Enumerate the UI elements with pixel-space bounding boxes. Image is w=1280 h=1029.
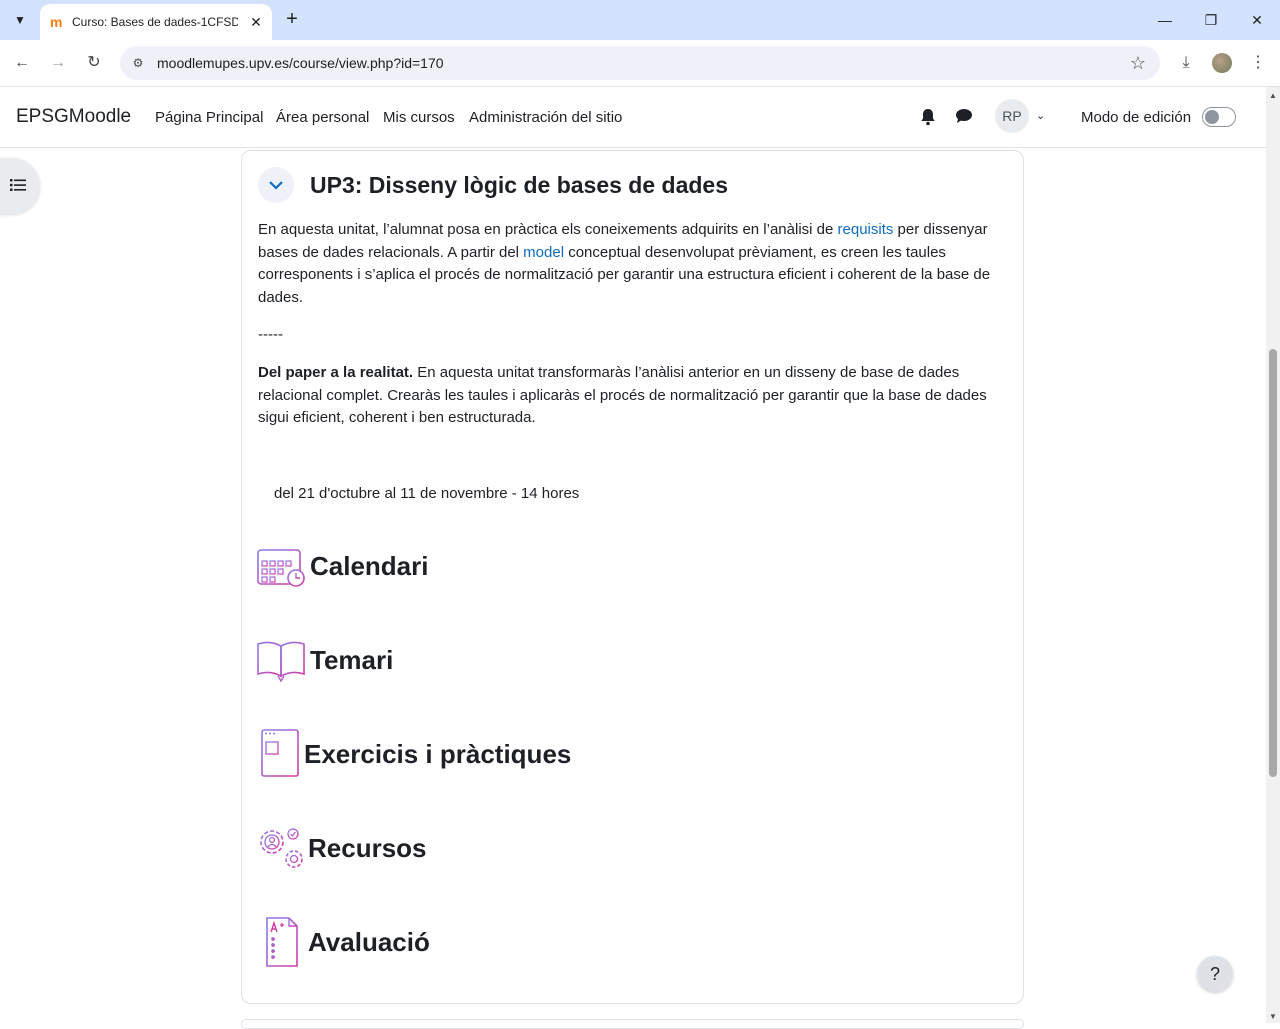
section-summary: En aquesta unitat, l’alumnat posa en prà…	[258, 219, 1003, 445]
browser-menu-icon[interactable]: ⋮	[1246, 51, 1270, 75]
user-avatar[interactable]: RP	[995, 99, 1029, 133]
site-info-icon[interactable]: ⚙	[129, 54, 147, 72]
browser-tab[interactable]: m Curso: Bases de dades-1CFSDA ✕	[40, 4, 272, 40]
block-avaluacio[interactable]: Avaluació	[256, 916, 430, 968]
new-tab-icon[interactable]: +	[280, 8, 304, 32]
nav-link-home[interactable]: Página Principal	[155, 109, 263, 126]
graded-document-icon	[256, 916, 306, 968]
edit-mode-label: Modo de edición	[1081, 109, 1192, 126]
nav-link-site-admin[interactable]: Administración del sitio	[469, 109, 622, 126]
summary-text: En aquesta unitat, l’alumnat posa en prà…	[258, 221, 838, 238]
tab-search-chevron-icon[interactable]: ▼	[8, 8, 32, 32]
browser-toolbar: ← → ↻ ⚙ moodlemupes.upv.es/course/view.p…	[0, 40, 1280, 87]
link-requisits[interactable]: requisits	[838, 221, 894, 238]
minimize-icon[interactable]: —	[1153, 8, 1177, 32]
restore-icon[interactable]: ❐	[1199, 8, 1223, 32]
next-section-card	[241, 1019, 1024, 1029]
window-close-icon[interactable]: ✕	[1245, 8, 1269, 32]
download-icon[interactable]: ⤓	[1174, 51, 1198, 75]
open-book-icon	[256, 634, 308, 686]
block-exercicis[interactable]: Exercicis i pràctiques	[256, 728, 571, 780]
block-calendari[interactable]: Calendari	[256, 540, 429, 592]
url-text[interactable]: moodlemupes.upv.es/course/view.php?id=17…	[157, 55, 444, 71]
page-scrollbar[interactable]: ▲ ▼	[1266, 87, 1280, 1023]
toggle-knob	[1205, 110, 1219, 124]
bookmark-star-icon[interactable]: ☆	[1130, 53, 1146, 74]
browser-tabstrip: ▼ m Curso: Bases de dades-1CFSDA ✕ + — ❐…	[0, 0, 1280, 40]
block-recursos[interactable]: Recursos	[256, 822, 427, 874]
notifications-bell-icon[interactable]	[920, 108, 938, 126]
summary-bold-lead: Del paper a la realitat.	[258, 363, 414, 381]
address-bar[interactable]: ⚙ moodlemupes.upv.es/course/view.php?id=…	[120, 46, 1160, 80]
block-temari[interactable]: Temari	[256, 634, 393, 686]
section-collapse-button[interactable]	[258, 167, 294, 203]
messages-chat-icon[interactable]	[955, 108, 975, 126]
link-model[interactable]: model	[523, 244, 564, 261]
scroll-up-arrow-icon[interactable]: ▲	[1269, 91, 1277, 100]
help-button[interactable]: ?	[1197, 956, 1233, 992]
block-title[interactable]: Calendari	[310, 551, 429, 582]
block-title[interactable]: Recursos	[308, 833, 427, 864]
course-section-card: UP3: Disseny lògic de bases de dades En …	[241, 150, 1024, 1004]
web-page-icon	[256, 728, 302, 780]
moodle-navbar: EPSGMoodle Página Principal Área persona…	[0, 87, 1266, 148]
back-icon[interactable]: ←	[10, 51, 34, 75]
course-index-drawer-button[interactable]	[0, 158, 40, 214]
summary-separator: -----	[258, 326, 283, 344]
scrollbar-thumb[interactable]	[1269, 349, 1277, 777]
tab-close-icon[interactable]: ✕	[246, 12, 266, 32]
site-brand[interactable]: EPSGMoodle	[16, 106, 131, 128]
summary-paragraph-1: En aquesta unitat, l’alumnat posa en prà…	[258, 219, 1003, 309]
moodle-favicon-icon: m	[50, 14, 63, 30]
forward-icon[interactable]: →	[46, 51, 70, 75]
block-title[interactable]: Avaluació	[308, 927, 430, 958]
section-dates: del 21 d'octubre al 11 de novembre - 14 …	[274, 485, 580, 502]
calendar-clock-icon	[256, 540, 308, 592]
nav-link-dashboard[interactable]: Área personal	[276, 109, 369, 126]
reload-icon[interactable]: ↻	[82, 51, 106, 75]
user-menu-chevron-down-icon[interactable]: ⌄	[1036, 109, 1045, 122]
list-icon	[10, 178, 26, 192]
summary-paragraph-2: Del paper a la realitat. En aquesta unit…	[258, 362, 1003, 430]
chevron-down-icon	[269, 181, 283, 190]
scroll-down-arrow-icon[interactable]: ▼	[1269, 1012, 1277, 1021]
gears-person-icon	[256, 822, 306, 874]
block-title[interactable]: Temari	[310, 645, 393, 676]
block-title[interactable]: Exercicis i pràctiques	[304, 739, 571, 770]
nav-link-my-courses[interactable]: Mis cursos	[383, 109, 455, 126]
browser-profile-avatar[interactable]	[1212, 53, 1232, 73]
tab-title: Curso: Bases de dades-1CFSDA	[72, 15, 238, 29]
section-title[interactable]: UP3: Disseny lògic de bases de dades	[310, 172, 728, 199]
edit-mode-toggle[interactable]	[1202, 107, 1236, 127]
